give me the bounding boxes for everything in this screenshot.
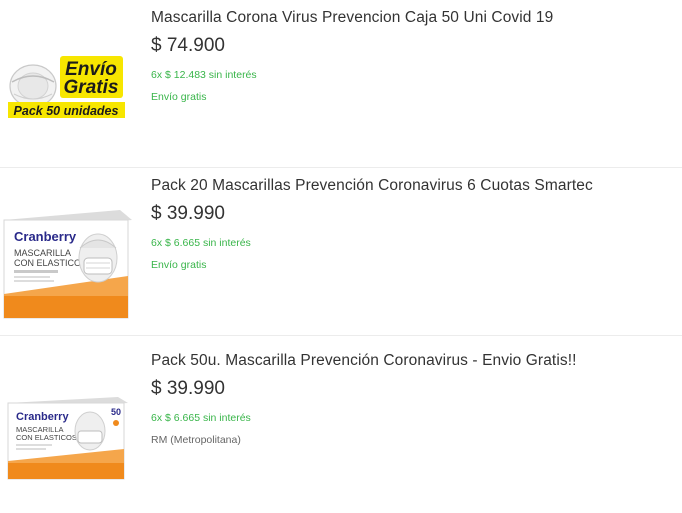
item-installments: 6x $ 12.483 sin interés	[151, 69, 257, 81]
item-title[interactable]: Pack 50u. Mascarilla Prevención Coronavi…	[151, 352, 577, 370]
badge-line-2: Gratis	[64, 77, 119, 98]
item-shipping: Envío gratis	[151, 259, 207, 271]
result-item-1[interactable]: Envío Gratis Pack 50 unidades Mascarilla…	[0, 0, 682, 168]
product-image-3[interactable]: Cranberry MASCARILLA CON ELASTICOS 50	[0, 393, 136, 513]
brand-label: Cranberry	[16, 411, 69, 423]
box-line-2: CON ELASTICOS	[16, 433, 77, 442]
product-image-1[interactable]: Envío Gratis Pack 50 unidades	[0, 42, 136, 162]
item-installments: 6x $ 6.665 sin interés	[151, 412, 251, 424]
item-price: $ 39.990	[151, 203, 225, 224]
product-image-2[interactable]: Cranberry MASCARILLA CON ELASTICOS	[0, 206, 136, 326]
box-line-2: CON ELASTICOS	[14, 258, 87, 268]
brand-label: Cranberry	[14, 229, 77, 244]
result-item-3[interactable]: Cranberry MASCARILLA CON ELASTICOS 50 Pa…	[0, 343, 682, 511]
badge-line-3: Pack 50 unidades	[14, 104, 119, 118]
item-price: $ 74.900	[151, 35, 225, 56]
item-installments: 6x $ 6.665 sin interés	[151, 237, 251, 249]
result-item-2[interactable]: Cranberry MASCARILLA CON ELASTICOS Pack …	[0, 168, 682, 336]
item-shipping: Envío gratis	[151, 91, 207, 103]
item-title[interactable]: Mascarilla Corona Virus Prevencion Caja …	[151, 9, 553, 27]
box-count: 50	[111, 407, 121, 417]
item-title[interactable]: Pack 20 Mascarillas Prevención Coronavir…	[151, 177, 593, 195]
search-results-list: Envío Gratis Pack 50 unidades Mascarilla…	[0, 0, 682, 512]
cranberry-mask-box-image: Cranberry MASCARILLA CON ELASTICOS 50	[7, 397, 128, 480]
item-price: $ 39.990	[151, 378, 225, 399]
mask-envio-gratis-image: Envío Gratis Pack 50 unidades	[8, 56, 125, 118]
item-location: RM (Metropolitana)	[151, 434, 241, 446]
box-line-1: MASCARILLA	[14, 248, 71, 258]
cranberry-mask-box-image: Cranberry MASCARILLA CON ELASTICOS	[3, 210, 132, 319]
